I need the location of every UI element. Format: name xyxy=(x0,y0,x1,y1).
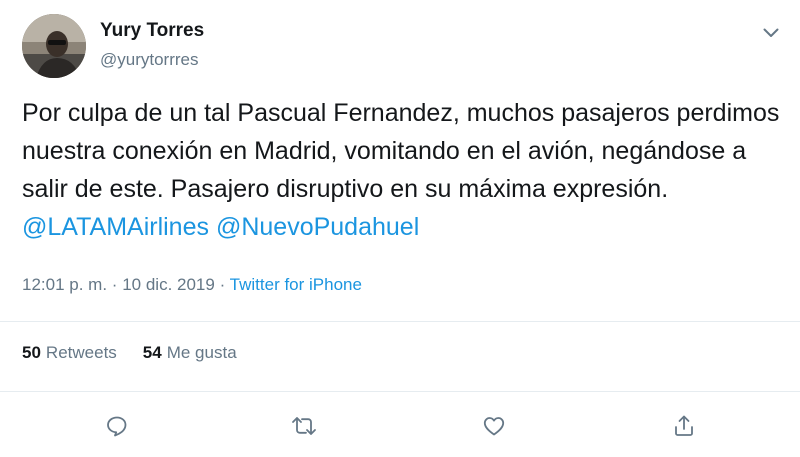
tweet-date[interactable]: 10 dic. 2019 xyxy=(122,275,215,294)
divider xyxy=(0,321,800,322)
likes-stat[interactable]: 54 Me gusta xyxy=(143,343,237,363)
mention-link[interactable]: @NuevoPudahuel xyxy=(216,213,419,241)
author-name[interactable]: Yury Torres xyxy=(100,20,204,42)
tweet-meta: 12:01 p. m. · 10 dic. 2019 · Twitter for… xyxy=(22,275,362,295)
tweet-text: Por culpa de un tal Pascual Fernandez, m… xyxy=(22,94,782,246)
retweets-label: Retweets xyxy=(45,343,117,362)
mention-link[interactable]: @LATAMAirlines xyxy=(22,213,209,241)
tweet-header: Yury Torres @yurytorrres xyxy=(22,14,782,84)
tweet-time[interactable]: 12:01 p. m. xyxy=(22,275,107,294)
tweet-source-link[interactable]: Twitter for iPhone xyxy=(230,275,362,294)
reply-icon[interactable] xyxy=(99,408,135,444)
likes-label: Me gusta xyxy=(166,343,237,362)
retweets-count: 50 xyxy=(22,343,41,362)
heart-icon[interactable] xyxy=(476,408,512,444)
chevron-down-icon[interactable] xyxy=(760,22,782,44)
retweet-icon[interactable] xyxy=(286,408,322,444)
author-handle[interactable]: @yurytorrres xyxy=(100,50,199,70)
tweet-body: Por culpa de un tal Pascual Fernandez, m… xyxy=(22,99,780,203)
share-icon[interactable] xyxy=(666,408,702,444)
meta-separator: · xyxy=(219,275,226,294)
meta-separator: · xyxy=(111,275,118,294)
tweet-actions xyxy=(0,408,800,444)
tweet-stats: 50 Retweets 54 Me gusta xyxy=(22,343,263,363)
retweets-stat[interactable]: 50 Retweets xyxy=(22,343,117,363)
likes-count: 54 xyxy=(142,343,162,362)
divider xyxy=(0,391,800,392)
avatar[interactable] xyxy=(22,14,86,78)
